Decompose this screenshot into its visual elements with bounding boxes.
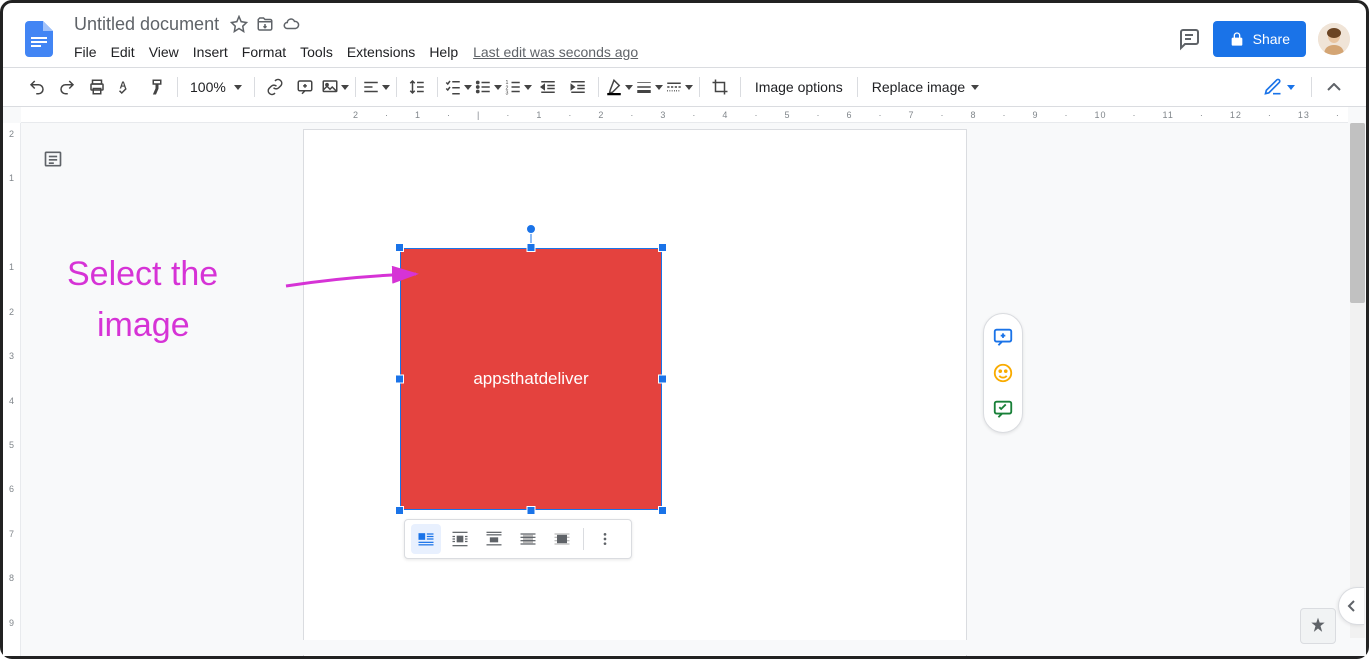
- menu-file[interactable]: File: [67, 40, 104, 64]
- rotate-handle[interactable]: [526, 224, 536, 234]
- print-button[interactable]: [83, 73, 111, 101]
- inline-with-text-button[interactable]: [411, 524, 441, 554]
- add-comment-side-button[interactable]: [992, 326, 1014, 348]
- document-title[interactable]: Untitled document: [67, 12, 226, 37]
- image-layout-toolbar: [404, 519, 632, 559]
- menu-help[interactable]: Help: [422, 40, 465, 64]
- user-avatar[interactable]: [1318, 23, 1350, 55]
- image-content: appsthatdeliver: [400, 248, 662, 510]
- resize-handle-tl[interactable]: [395, 243, 404, 252]
- border-color-button[interactable]: [605, 73, 633, 101]
- menu-edit[interactable]: Edit: [104, 40, 142, 64]
- explore-button[interactable]: [1300, 608, 1336, 644]
- break-text-button[interactable]: [479, 524, 509, 554]
- undo-button[interactable]: [23, 73, 51, 101]
- scrollbar-thumb[interactable]: [1350, 123, 1365, 303]
- resize-handle-tr[interactable]: [658, 243, 667, 252]
- side-reactions-panel: [983, 313, 1023, 433]
- add-comment-button[interactable]: [291, 73, 319, 101]
- menu-view[interactable]: View: [142, 40, 186, 64]
- decrease-indent-button[interactable]: [534, 73, 562, 101]
- title-bar: Untitled document File Edit View Insert …: [3, 3, 1366, 67]
- crop-button[interactable]: [706, 73, 734, 101]
- menu-extensions[interactable]: Extensions: [340, 40, 422, 64]
- document-page[interactable]: appsthatdeliver: [303, 129, 967, 656]
- svg-text:3: 3: [505, 91, 508, 97]
- paint-format-button[interactable]: [143, 73, 171, 101]
- selected-image[interactable]: appsthatdeliver: [400, 248, 662, 510]
- editing-mode-button[interactable]: [1257, 73, 1301, 101]
- zoom-select[interactable]: 100%: [184, 75, 248, 99]
- workspace: 2·1·|·1·2·3·4·5·6·7·8·9·10·11·12·13·14·1…: [3, 107, 1366, 656]
- menu-insert[interactable]: Insert: [186, 40, 235, 64]
- docs-logo[interactable]: [19, 19, 59, 59]
- menu-tools[interactable]: Tools: [293, 40, 340, 64]
- more-options-button[interactable]: [590, 524, 620, 554]
- menu-bar: File Edit View Insert Format Tools Exten…: [67, 38, 1177, 66]
- align-button[interactable]: [362, 73, 390, 101]
- increase-indent-button[interactable]: [564, 73, 592, 101]
- replace-image-button[interactable]: Replace image: [864, 75, 987, 99]
- show-side-panel-button[interactable]: [1338, 587, 1364, 625]
- border-weight-button[interactable]: [635, 73, 663, 101]
- in-front-text-button[interactable]: [547, 524, 577, 554]
- wrap-text-button[interactable]: [445, 524, 475, 554]
- horizontal-ruler[interactable]: 2·1·|·1·2·3·4·5·6·7·8·9·10·11·12·13·14·1…: [21, 107, 1348, 123]
- share-button[interactable]: Share: [1213, 21, 1306, 57]
- document-outline-button[interactable]: [41, 147, 65, 171]
- add-emoji-reaction-button[interactable]: [992, 362, 1014, 384]
- collapse-toolbar-button[interactable]: [1322, 75, 1346, 99]
- bulleted-list-button[interactable]: [474, 73, 502, 101]
- horizontal-scrollbar[interactable]: [21, 640, 1350, 655]
- resize-handle-br[interactable]: [658, 506, 667, 515]
- share-label: Share: [1253, 31, 1290, 47]
- comment-history-icon[interactable]: [1177, 27, 1201, 51]
- move-icon[interactable]: [256, 15, 274, 33]
- spellcheck-button[interactable]: A: [113, 73, 141, 101]
- resize-handle-t[interactable]: [527, 243, 536, 252]
- star-icon[interactable]: [230, 15, 248, 33]
- resize-handle-bl[interactable]: [395, 506, 404, 515]
- vertical-ruler[interactable]: 21123456789: [3, 123, 21, 656]
- last-edit-link[interactable]: Last edit was seconds ago: [473, 44, 638, 60]
- border-dash-button[interactable]: [665, 73, 693, 101]
- menu-format[interactable]: Format: [235, 40, 293, 64]
- image-options-button[interactable]: Image options: [747, 75, 851, 99]
- link-button[interactable]: [261, 73, 289, 101]
- cloud-status-icon[interactable]: [282, 15, 300, 33]
- resize-handle-r[interactable]: [658, 375, 667, 384]
- resize-handle-b[interactable]: [527, 506, 536, 515]
- numbered-list-button[interactable]: 123: [504, 73, 532, 101]
- suggest-edits-button[interactable]: [992, 398, 1014, 420]
- checklist-button[interactable]: [444, 73, 472, 101]
- resize-handle-l[interactable]: [395, 375, 404, 384]
- vertical-scrollbar[interactable]: [1350, 123, 1365, 638]
- behind-text-button[interactable]: [513, 524, 543, 554]
- line-spacing-button[interactable]: [403, 73, 431, 101]
- insert-image-button[interactable]: [321, 73, 349, 101]
- toolbar: A 100% 123 Image options Replace image: [3, 67, 1366, 107]
- redo-button[interactable]: [53, 73, 81, 101]
